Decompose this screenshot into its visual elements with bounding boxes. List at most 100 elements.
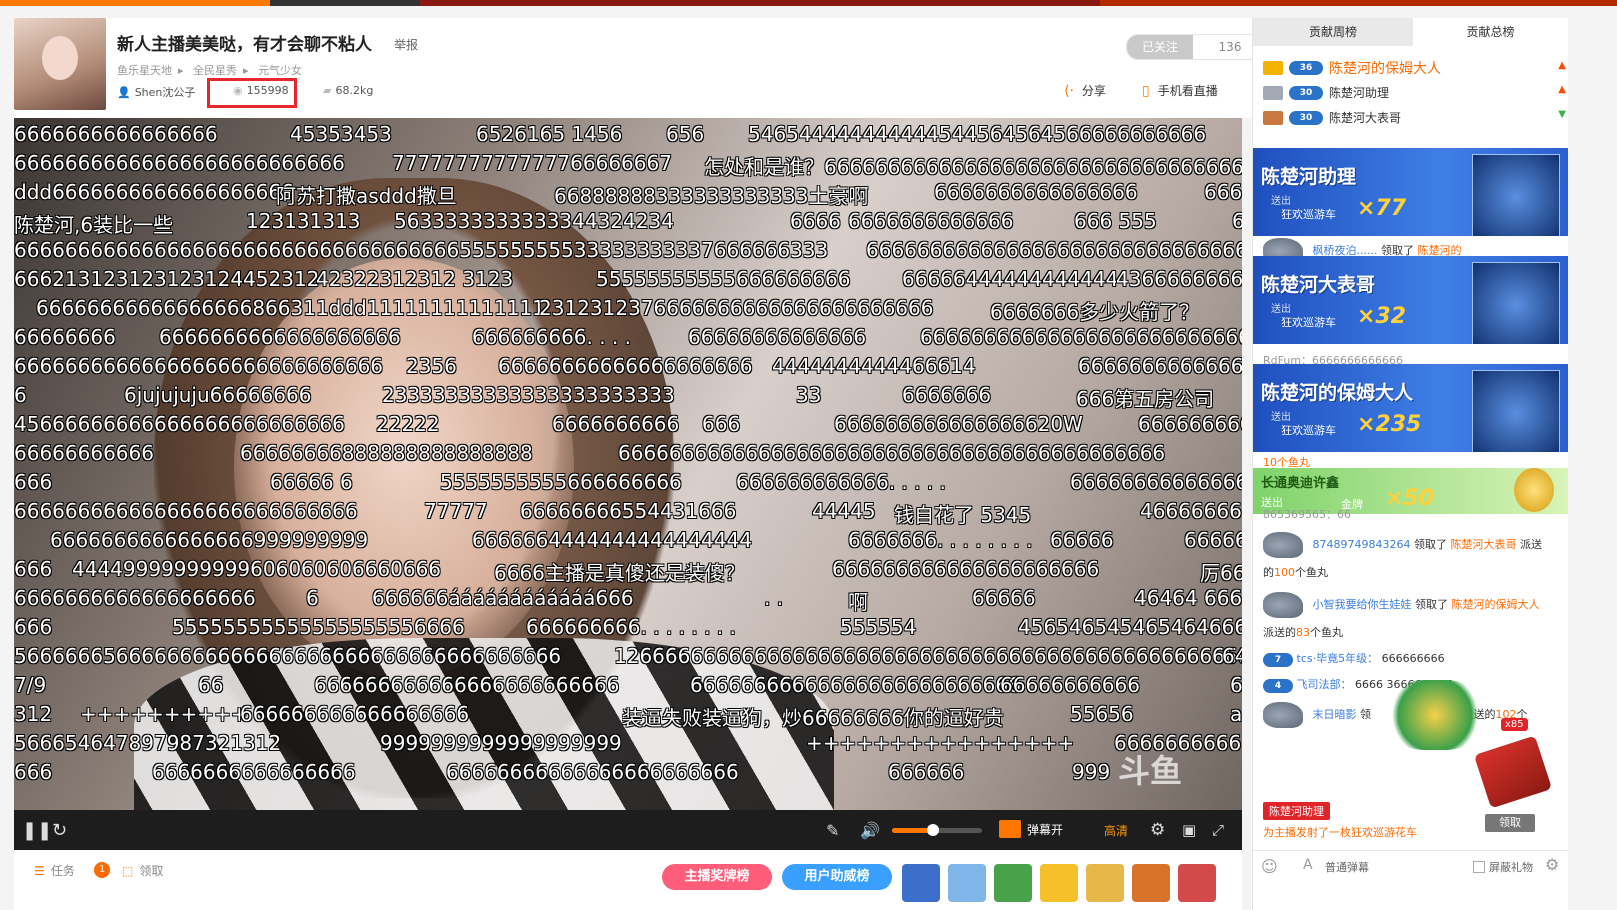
danmu-comment: 666666666655555555533333333337666666333: [332, 238, 829, 262]
tab-total[interactable]: 贡献总榜: [1413, 18, 1568, 46]
level-badge: 36: [1289, 61, 1323, 75]
gift-count-badge: x85: [1501, 718, 1528, 731]
room-title: 新人主播美美哒，有才会聊不粘人: [117, 35, 372, 55]
breadcrumb-item[interactable]: 鱼乐星天地: [117, 64, 172, 77]
share-button[interactable]: ⟨· 分享: [1064, 82, 1106, 99]
danmu-comment: 66666666666666666666666666: [14, 151, 345, 175]
danmu-comment: 66666666666: [14, 441, 154, 465]
task-tab[interactable]: ☰ 任务: [34, 862, 75, 879]
anchor-avatar[interactable]: [14, 18, 106, 110]
danmu-comment: 6jujujuju66666666: [124, 383, 312, 407]
chat-message-cont: 的100个鱼丸: [1263, 564, 1328, 580]
banner-multiplier: ×235: [1357, 412, 1422, 437]
chat-amount: 83: [1296, 626, 1310, 639]
emoji-icon[interactable]: ☺: [1261, 857, 1278, 876]
danmu-comment: 6666666666666666: [14, 122, 218, 146]
chat-text: 个鱼丸: [1295, 566, 1328, 579]
danmu-comment: 66666666666666666666666: [446, 760, 739, 784]
contribution-panel: 贡献周榜 贡献总榜 36 陈楚河的保姆大人 ▲ 30 陈楚河助理 ▲ 30 陈楚…: [1252, 18, 1568, 910]
gift-item-icon[interactable]: [902, 864, 940, 902]
pause-icon[interactable]: ❚❚: [22, 810, 52, 850]
danmu-toggle[interactable]: 弹幕开: [999, 820, 1063, 838]
task-label: 任务: [50, 864, 75, 878]
danmu-comment: 1266666666666666666666666666666666666666…: [614, 644, 1242, 668]
quality-select[interactable]: 高清: [1104, 822, 1128, 839]
chat-username[interactable]: tcs·毕竟5年级：: [1297, 652, 1379, 665]
banner-name: 长通奥迪许鑫: [1261, 476, 1340, 491]
danmu-comment: 23333333333333333333333: [382, 383, 675, 407]
breadcrumb-item[interactable]: 全民星秀: [193, 64, 237, 77]
user-avatar: [1263, 532, 1303, 558]
banner-item: 狂欢巡游车: [1281, 208, 1336, 221]
anchor-name[interactable]: Shen沈公子: [135, 84, 196, 100]
top-banner-strip: [0, 0, 1617, 6]
danmu-comment: 55656: [1070, 702, 1134, 726]
chat-text: 派送的: [1263, 626, 1296, 639]
edit-icon[interactable]: ✎: [826, 810, 839, 850]
gift-item-icon[interactable]: [1086, 864, 1124, 902]
gift-item-icon[interactable]: [948, 864, 986, 902]
danmu-comment: 666666666666666666666666666: [14, 499, 358, 523]
gift-item-icon[interactable]: [994, 864, 1032, 902]
chat-username[interactable]: 小智我要给你生娃娃: [1313, 598, 1412, 611]
chat-username[interactable]: 87489749843264: [1313, 538, 1411, 551]
chat-message: 7 tcs·毕竟5年级： 666666666: [1263, 650, 1445, 667]
breadcrumb-item[interactable]: 元气少女: [258, 64, 302, 77]
danmu-input[interactable]: 普通弹幕: [1325, 859, 1369, 875]
claim-tab[interactable]: ⬚ 领取: [122, 862, 163, 879]
block-gift-checkbox[interactable]: [1473, 861, 1485, 873]
volume-slider[interactable]: [892, 824, 982, 836]
gift-item-icon[interactable]: [1132, 864, 1170, 902]
tab-weekly[interactable]: 贡献周榜: [1253, 18, 1413, 46]
settings-gear-icon[interactable]: ⚙: [1150, 810, 1165, 850]
trend-up-icon: ▲: [1558, 60, 1566, 71]
gift-banner: 陈楚河的保姆大人 送出 狂欢巡游车 ×235: [1253, 364, 1568, 452]
gift-banner: 陈楚河大表哥 送出 狂欢巡游车 ×32: [1253, 256, 1568, 344]
danmu-comment: 66666666666666666666: [498, 354, 753, 378]
font-style-icon[interactable]: A: [1303, 857, 1313, 873]
danmu-comment: 44449999999999606060606660666: [72, 557, 442, 581]
chat-username[interactable]: 末日暗影: [1313, 708, 1357, 721]
follow-status[interactable]: 已关注: [1127, 35, 1193, 59]
settings-gear-icon[interactable]: ⚙: [1545, 855, 1559, 874]
mobile-watch-button[interactable]: ▯ 手机看直播: [1142, 82, 1218, 99]
danmu-comment: 666666666666666666666: [832, 557, 1100, 581]
anchor-rank-button[interactable]: 主播奖牌榜: [662, 864, 772, 890]
danmu-comment: 怎处和是谁？6666666666666666666666666666666666…: [704, 155, 1242, 179]
video-player[interactable]: 6666666666666666 45353453 6526165 1456 656 5…: [14, 118, 1242, 810]
refresh-icon[interactable]: ↻: [52, 810, 67, 850]
float-car-animation: [1385, 680, 1485, 750]
danmu-icon: [999, 820, 1021, 838]
danmu-layer: 6666666666666666 45353453 6526165 1456 656 5…: [14, 118, 1242, 810]
rank-row[interactable]: 36 陈楚河的保姆大人: [1263, 58, 1441, 78]
danmu-comment: 999: [1072, 760, 1111, 784]
gift-claim-button[interactable]: 领取: [1485, 814, 1535, 832]
follow-button[interactable]: 已关注 136: [1126, 34, 1268, 60]
rank-row[interactable]: 30 陈楚河大表哥: [1263, 109, 1401, 126]
danmu-comment: 312: [14, 702, 53, 726]
task-icon: ☰: [34, 863, 45, 878]
fullscreen-icon[interactable]: ⤢: [1212, 810, 1224, 850]
red-envelope-icon[interactable]: [1473, 735, 1553, 809]
chat-message: 865369565：66: [1263, 508, 1351, 521]
rank-row[interactable]: 30 陈楚河助理: [1263, 84, 1389, 101]
danmu-comment: 6666666666666666999999999: [50, 528, 369, 552]
banner-name: 陈楚河大表哥: [1261, 274, 1376, 296]
theater-mode-icon[interactable]: ▣: [1182, 810, 1196, 850]
chat-username[interactable]: 飞司法部：: [1297, 678, 1352, 691]
danmu-comment: 厉666: [1200, 561, 1242, 585]
danmu-comment: 66666666666666: [688, 325, 867, 349]
helper-rank-button[interactable]: 用户助威榜: [782, 864, 892, 890]
danmu-comment: 7777777777777766666667: [392, 151, 672, 175]
gift-item-icon[interactable]: [1040, 864, 1078, 902]
danmu-comment: 2356: [406, 354, 457, 378]
danmu-comment: 6666664444444444444444: [472, 528, 752, 552]
volume-icon[interactable]: 🔊: [860, 810, 880, 850]
report-link[interactable]: 举报: [394, 36, 418, 53]
danmu-comment: 77777: [424, 499, 488, 523]
chat-message: 87489749843264 领取了 陈楚河大表哥 派送: [1263, 532, 1542, 558]
breadcrumb: 鱼乐星天地 ▸ 全民星秀 ▸ 元气少女: [117, 62, 308, 78]
gift-item-icon[interactable]: [1178, 864, 1216, 902]
volume-knob[interactable]: [926, 824, 939, 836]
danmu-comment: 55555555555555555556666: [172, 615, 465, 639]
